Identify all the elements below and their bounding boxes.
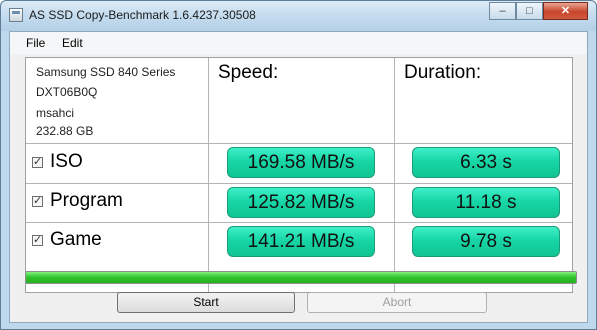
drive-model: Samsung SSD 840 Series — [36, 65, 176, 79]
grid-divider — [26, 143, 572, 144]
iso-duration-value: 6.33 s — [412, 147, 560, 178]
game-label: Game — [50, 229, 102, 250]
iso-checkbox[interactable] — [32, 155, 43, 168]
grid-divider — [26, 222, 572, 223]
program-label: Program — [50, 190, 123, 211]
minimize-button[interactable]: – — [489, 2, 516, 20]
window-title: AS SSD Copy-Benchmark 1.6.4237.30508 — [29, 8, 256, 22]
program-duration-value: 11.18 s — [412, 187, 560, 218]
iso-label: ISO — [50, 151, 83, 172]
drive-capacity: 232.88 GB — [36, 124, 94, 138]
caption-buttons: – □ ✕ — [489, 2, 588, 20]
grid-divider — [208, 58, 209, 292]
program-checkbox[interactable] — [32, 194, 43, 207]
maximize-button[interactable]: □ — [516, 2, 543, 20]
game-checkbox[interactable] — [32, 233, 43, 246]
drive-firmware: DXT06B0Q — [36, 85, 98, 99]
game-speed-value: 141.21 MB/s — [227, 226, 375, 257]
grid-divider — [26, 183, 572, 184]
duration-header: Duration: — [404, 62, 482, 83]
progress-fill — [26, 272, 576, 283]
drive-driver: msahci — [36, 106, 75, 120]
game-duration-value: 9.78 s — [412, 226, 560, 257]
menu-file[interactable]: File — [26, 36, 45, 50]
grid-divider — [394, 58, 395, 292]
abort-button[interactable]: Abort — [307, 292, 487, 313]
close-button[interactable]: ✕ — [543, 2, 588, 20]
speed-header: Speed: — [218, 62, 279, 83]
title-bar[interactable]: AS SSD Copy-Benchmark 1.6.4237.30508 – □… — [1, 1, 596, 31]
benchmark-window: AS SSD Copy-Benchmark 1.6.4237.30508 – □… — [0, 0, 597, 330]
program-speed-value: 125.82 MB/s — [227, 187, 375, 218]
client-area: File Edit Samsung SSD 840 Series DXT06B0… — [9, 31, 588, 323]
iso-speed-value: 169.58 MB/s — [227, 147, 375, 178]
results-grid: Samsung SSD 840 Series DXT06B0Q msahci 2… — [25, 57, 573, 293]
menu-edit[interactable]: Edit — [62, 36, 83, 50]
progress-bar — [25, 271, 577, 284]
menu-bar: File Edit — [10, 32, 587, 54]
app-window-icon — [9, 8, 23, 22]
start-button[interactable]: Start — [117, 292, 295, 313]
